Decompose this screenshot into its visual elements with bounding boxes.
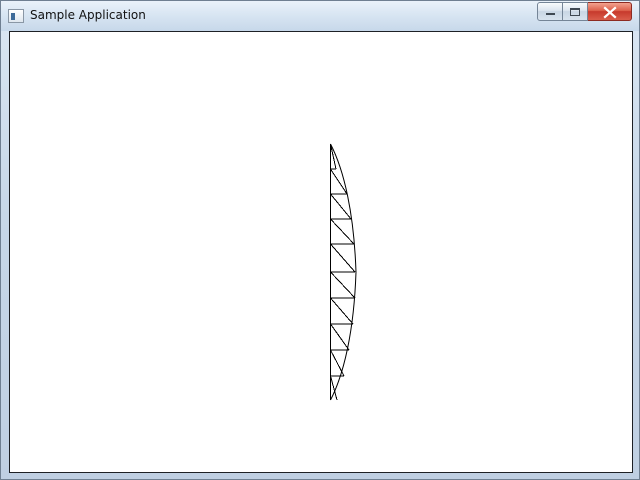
- application-window-icon[interactable]: [8, 9, 24, 23]
- truss-member: [330, 218, 355, 245]
- application-window: Sample Application: [0, 0, 640, 480]
- close-button[interactable]: [588, 2, 632, 21]
- truss-member: [330, 143, 337, 170]
- truss-member: [330, 297, 354, 325]
- truss-member: [330, 323, 350, 351]
- drawing-canvas[interactable]: [10, 32, 632, 472]
- canvas-area[interactable]: [9, 31, 633, 473]
- window-title: Sample Application: [30, 8, 146, 22]
- truss-member: [330, 271, 356, 299]
- minimize-button[interactable]: [537, 2, 563, 21]
- curved-truss-wireframe: [330, 143, 357, 401]
- title-bar[interactable]: Sample Application: [1, 1, 639, 31]
- window-controls: [537, 2, 632, 22]
- maximize-icon: [570, 8, 580, 16]
- maximize-button[interactable]: [563, 2, 588, 21]
- truss-member: [330, 349, 345, 377]
- minimize-icon: [546, 13, 555, 15]
- close-icon: [603, 6, 617, 19]
- truss-member: [330, 243, 356, 273]
